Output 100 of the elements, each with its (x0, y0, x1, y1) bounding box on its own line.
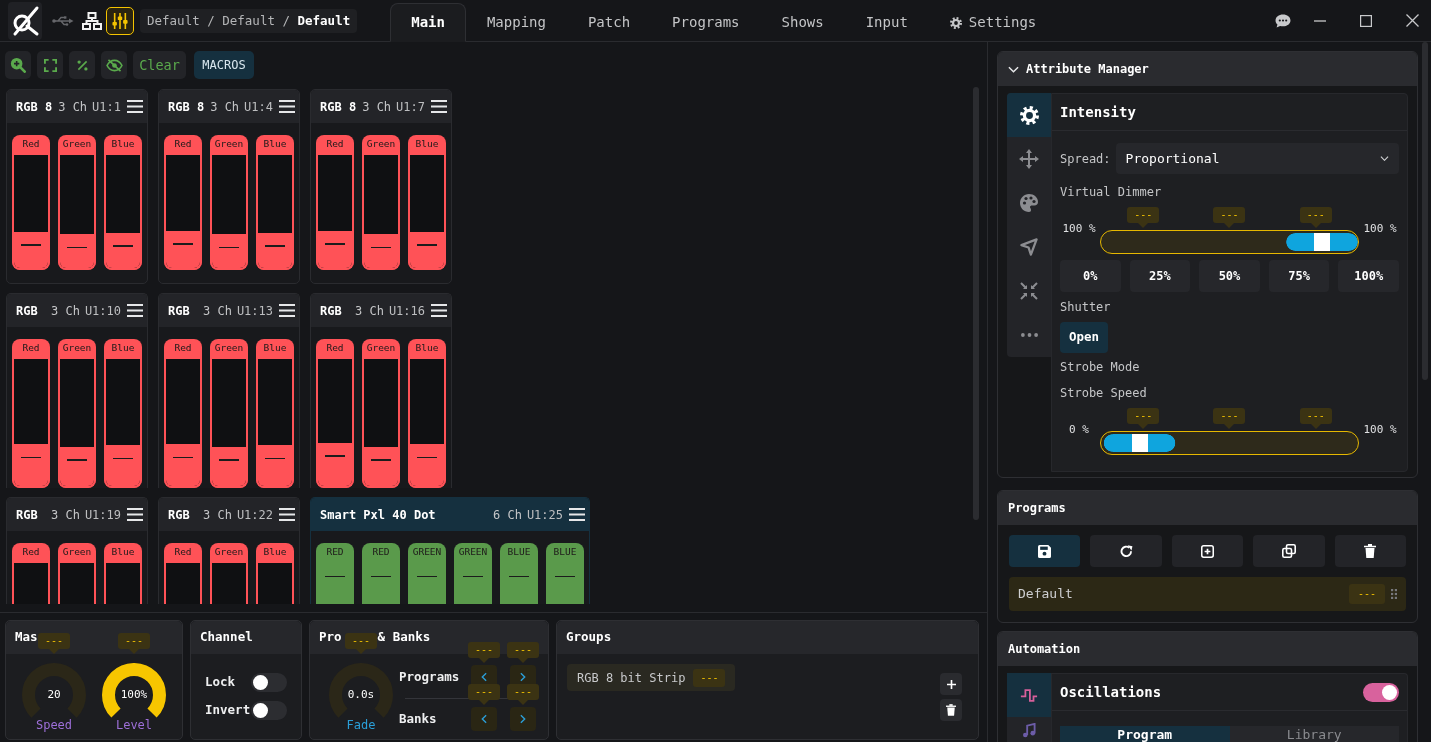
menu-icon[interactable] (431, 100, 447, 113)
zoom-in-button[interactable] (5, 51, 31, 79)
wave-icon (1020, 688, 1038, 702)
fader[interactable]: Blue (408, 339, 446, 488)
channel-label: BLUE (552, 545, 578, 559)
tab[interactable]: Settings (928, 3, 1058, 42)
menu-icon[interactable] (127, 304, 143, 317)
fader[interactable]: Red (164, 543, 202, 604)
add-button[interactable] (1171, 535, 1244, 567)
fader[interactable]: Red (316, 135, 354, 270)
copy-button[interactable] (1253, 535, 1325, 567)
fader[interactable]: Red (164, 135, 202, 270)
fader[interactable]: Blue (408, 135, 446, 270)
slider-thumb[interactable] (1314, 232, 1330, 251)
hide-button[interactable] (101, 51, 127, 79)
fader[interactable]: Red (12, 339, 50, 488)
fullscreen-button[interactable] (37, 51, 63, 79)
tooltip: --- (1213, 408, 1246, 429)
option-button[interactable]: Open (1060, 322, 1109, 353)
fader[interactable]: Blue (256, 543, 294, 604)
fader[interactable]: Green (58, 135, 96, 270)
knob[interactable]: 100% (99, 663, 169, 718)
menu-icon[interactable] (127, 100, 143, 113)
fader[interactable]: Green (362, 135, 400, 270)
fader[interactable]: Blue (256, 135, 294, 270)
tab[interactable]: Program (1060, 726, 1230, 742)
delete-button[interactable] (940, 699, 962, 721)
fader[interactable]: RED (362, 543, 400, 604)
fader[interactable]: Green (210, 135, 248, 270)
group-chip[interactable]: RGB 8 bit Strip --- (567, 664, 736, 691)
fader[interactable]: BLUE (500, 543, 538, 604)
fader[interactable]: RED (316, 543, 354, 604)
menu-icon[interactable] (279, 304, 295, 317)
delete-button[interactable] (1334, 535, 1407, 567)
maximize-icon[interactable] (1360, 14, 1372, 27)
close-icon[interactable] (1406, 14, 1419, 27)
fader[interactable]: BLUE (546, 543, 584, 604)
panel-header[interactable]: Attribute Manager (998, 52, 1417, 86)
slider-track[interactable] (1100, 230, 1359, 254)
program-row[interactable]: Default --- (1009, 577, 1406, 611)
menu-icon[interactable] (279, 508, 295, 521)
fader[interactable]: Green (58, 543, 96, 604)
select-field[interactable]: Proportional (1115, 143, 1399, 174)
knob-label: Speed (34, 718, 74, 732)
preset-button[interactable]: 25% (1129, 260, 1191, 292)
fader[interactable]: Red (316, 339, 354, 488)
fader[interactable]: Blue (104, 135, 142, 270)
add-button[interactable] (940, 673, 962, 695)
knob[interactable]: 20 (19, 663, 89, 718)
tab[interactable]: Mapping (465, 3, 567, 42)
tab[interactable]: Programs (651, 3, 761, 42)
clear-button[interactable]: Clear (133, 51, 186, 79)
fader[interactable]: Green (210, 339, 248, 488)
chevron-down-icon[interactable] (1008, 65, 1019, 73)
value-line (219, 459, 239, 461)
save-button[interactable] (1009, 535, 1081, 567)
tab[interactable]: Shows (760, 3, 845, 42)
tab[interactable]: Library (1229, 726, 1399, 742)
preset-button[interactable]: 75% (1268, 260, 1330, 292)
tab[interactable]: Main (390, 3, 466, 42)
percent-button[interactable] (69, 51, 95, 79)
toggle-switch[interactable] (251, 700, 287, 720)
fixture-name: RGB (16, 302, 38, 320)
drag-handle-icon[interactable] (1391, 589, 1397, 599)
tab[interactable]: Input (844, 3, 929, 42)
tab[interactable]: Patch (566, 3, 652, 42)
fader[interactable]: Red (164, 339, 202, 488)
fader[interactable]: Blue (104, 339, 142, 488)
toggle-switch[interactable] (251, 672, 287, 692)
menu-icon[interactable] (279, 100, 295, 113)
menu-icon[interactable] (431, 304, 447, 317)
fader[interactable]: GREEN (454, 543, 492, 604)
fader[interactable]: Blue (104, 543, 142, 604)
menu-icon[interactable] (127, 508, 143, 521)
next-button[interactable] (510, 707, 536, 731)
fader[interactable]: Red (12, 543, 50, 604)
tooltip: --- (345, 633, 377, 654)
fader[interactable]: Green (58, 339, 96, 488)
slider-track[interactable] (1100, 431, 1359, 455)
usb-icon[interactable] (52, 14, 74, 27)
minimize-icon[interactable] (1314, 19, 1326, 22)
mixer-button[interactable] (106, 6, 134, 35)
fader[interactable]: Blue (256, 339, 294, 488)
category-tab[interactable] (1007, 93, 1051, 137)
preset-button[interactable]: 50% (1199, 260, 1260, 292)
previous-button[interactable] (471, 707, 497, 731)
slider-thumb[interactable] (1131, 433, 1148, 452)
toggle-switch[interactable] (1363, 682, 1399, 702)
reload-button[interactable] (1090, 535, 1162, 567)
preset-button[interactable]: 100% (1338, 260, 1399, 292)
fader[interactable]: Red (12, 135, 50, 270)
chat-icon[interactable] (1275, 13, 1291, 28)
knob[interactable]: 0.0s (326, 663, 396, 718)
fader[interactable]: GREEN (408, 543, 446, 604)
fader[interactable]: Green (210, 543, 248, 604)
fader[interactable]: Green (362, 339, 400, 488)
macros-button[interactable]: MACROS (194, 51, 254, 79)
network-icon[interactable] (82, 11, 102, 30)
preset-button[interactable]: 0% (1060, 260, 1121, 292)
menu-icon[interactable] (569, 508, 585, 521)
